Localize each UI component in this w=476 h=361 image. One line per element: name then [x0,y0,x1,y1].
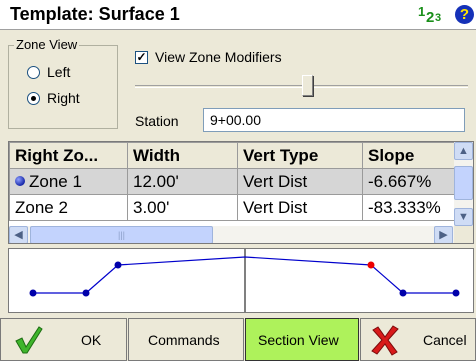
column-header-width[interactable]: Width [127,142,238,169]
view-zone-modifiers-checkbox[interactable]: ✓ [135,51,148,64]
column-header-vert-type[interactable]: Vert Type [237,142,363,169]
column-header-zone[interactable]: Right Zo... [9,142,128,169]
zone-view-right-radio[interactable]: Right [27,90,117,108]
vertical-scrollbar[interactable]: ▲ ▼ [454,142,473,226]
column-header-slope[interactable]: Slope [362,142,454,169]
profile-point[interactable] [399,289,407,297]
help-question-icon[interactable]: ? [455,5,474,24]
cell-width[interactable]: 3.00' [127,194,238,221]
cell-zone[interactable]: Zone 1 [9,168,128,195]
red-x-icon [371,325,399,356]
scroll-down-button[interactable]: ▼ [454,208,473,226]
cell-slope[interactable]: -83.333% [362,194,454,221]
profile-point[interactable] [82,289,90,297]
scroll-right-button[interactable]: ▶ [434,226,453,243]
profile-point[interactable] [452,289,460,297]
zone-view-left-radio[interactable]: Left [27,64,117,82]
scroll-up-button[interactable]: ▲ [454,142,473,160]
cross-section-view[interactable] [8,248,474,313]
cross-section-svg [29,249,460,312]
ok-button[interactable]: OK [0,318,127,361]
zone-table: Right Zo... Width Vert Type Slope Zone 1… [8,141,474,244]
page-title: Template: Surface 1 [10,4,180,24]
vertical-scroll-thumb[interactable] [454,166,473,200]
cell-vert-type[interactable]: Vert Dist [237,194,363,221]
table-row[interactable]: Zone 2 3.00' Vert Dist -83.333% [9,194,454,221]
view-zone-modifiers-label: View Zone Modifiers [155,49,282,65]
commands-button[interactable]: Commands [128,318,244,361]
commands-label: Commands [148,332,220,348]
units-123-icon[interactable]: 1 2 3 [418,4,450,26]
zone-grid: Right Zo... Width Vert Type Slope Zone 1… [9,142,454,228]
scroll-left-button[interactable]: ◀ [9,226,28,243]
zone-slider-thumb[interactable] [302,75,313,96]
profile-point-selected[interactable] [367,261,375,269]
cancel-button[interactable]: Cancel [360,318,476,361]
profile-point[interactable] [29,289,37,297]
radio-circle-icon[interactable] [27,66,40,79]
station-input[interactable] [203,108,465,132]
station-label: Station [135,113,179,129]
cell-vert-type[interactable]: Vert Dist [237,168,363,195]
section-view-label: Section View [258,332,339,348]
units-digit-1: 1 [418,4,426,19]
horizontal-scrollbar[interactable]: ◀ ||| ▶ [9,226,454,243]
table-header-row: Right Zo... Width Vert Type Slope [9,142,454,169]
cell-width[interactable]: 12.00' [127,168,238,195]
profile-point[interactable] [114,261,122,269]
units-digit-2: 2 [426,9,435,26]
cell-slope[interactable]: -6.667% [362,168,454,195]
zone-view-left-label: Left [47,64,71,80]
scrollbar-corner [454,226,473,243]
checkmark-icon [15,326,43,354]
point-marker-icon [15,175,25,186]
zone-view-right-label: Right [47,90,80,106]
cell-zone[interactable]: Zone 2 [9,194,128,221]
units-digit-3: 3 [435,12,442,24]
cancel-label: Cancel [423,332,467,348]
radio-circle-selected-icon[interactable] [27,92,40,105]
ok-label: OK [81,332,102,348]
title-bar: Template: Surface 1 1 2 3 ? [0,0,476,30]
section-view-button[interactable]: Section View [245,318,359,361]
zone-view-legend: Zone View [14,37,80,52]
table-row[interactable]: Zone 1 12.00' Vert Dist -6.667% [9,168,454,195]
cell-zone-text: Zone 1 [29,171,82,191]
horizontal-scroll-thumb[interactable]: ||| [30,226,213,243]
button-bar: OK Commands Section View Cancel [0,318,476,361]
zone-view-group: Zone View Left Right [8,37,118,129]
